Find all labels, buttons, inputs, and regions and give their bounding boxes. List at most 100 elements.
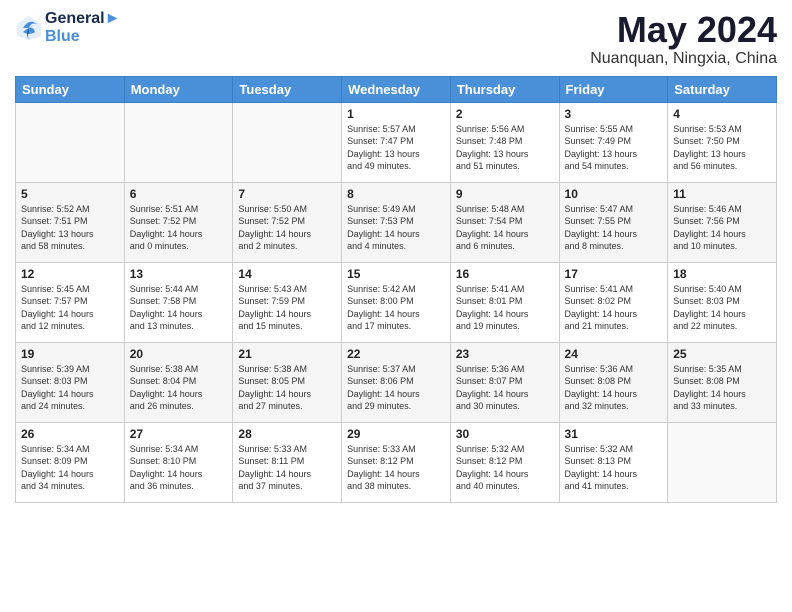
calendar-cell: 23 Sunrise: 5:36 AMSunset: 8:07 PMDayligh… — [450, 342, 559, 422]
calendar-cell: 10 Sunrise: 5:47 AMSunset: 7:55 PMDayligh… — [559, 182, 668, 262]
day-number: 23 — [456, 347, 554, 361]
calendar-cell: 13 Sunrise: 5:44 AMSunset: 7:58 PMDayligh… — [124, 262, 233, 342]
calendar-cell: 9 Sunrise: 5:48 AMSunset: 7:54 PMDaylight… — [450, 182, 559, 262]
day-number: 15 — [347, 267, 445, 281]
day-number: 2 — [456, 107, 554, 121]
day-number: 3 — [565, 107, 663, 121]
day-number: 8 — [347, 187, 445, 201]
day-number: 30 — [456, 427, 554, 441]
calendar-cell: 4 Sunrise: 5:53 AMSunset: 7:50 PMDaylight… — [668, 102, 777, 182]
calendar-cell: 5 Sunrise: 5:52 AMSunset: 7:51 PMDaylight… — [16, 182, 125, 262]
cell-info: Sunrise: 5:43 AMSunset: 7:59 PMDaylight:… — [238, 283, 336, 333]
cell-info: Sunrise: 5:50 AMSunset: 7:52 PMDaylight:… — [238, 203, 336, 253]
cell-info: Sunrise: 5:33 AMSunset: 8:11 PMDaylight:… — [238, 443, 336, 493]
day-number: 13 — [130, 267, 228, 281]
col-header-tuesday: Tuesday — [233, 76, 342, 102]
calendar-cell: 24Sunrise: 5:36 AMSunset: 8:08 PMDayligh… — [559, 342, 668, 422]
day-number: 4 — [673, 107, 771, 121]
page: General► Blue May 2024 Nuanquan, Ningxia… — [0, 0, 792, 612]
calendar-cell: 3Sunrise: 5:55 AMSunset: 7:49 PMDaylight… — [559, 102, 668, 182]
header: General► Blue May 2024 Nuanquan, Ningxia… — [15, 10, 777, 68]
cell-info: Sunrise: 5:44 AMSunset: 7:58 PMDaylight:… — [130, 283, 228, 333]
day-number: 9 — [456, 187, 554, 201]
day-number: 12 — [21, 267, 119, 281]
calendar-cell: 6 Sunrise: 5:51 AMSunset: 7:52 PMDaylight… — [124, 182, 233, 262]
calendar-cell: 27 Sunrise: 5:34 AMSunset: 8:10 PMDayligh… — [124, 422, 233, 502]
cell-info: Sunrise: 5:41 AMSunset: 8:02 PMDaylight:… — [565, 283, 663, 333]
day-number: 6 — [130, 187, 228, 201]
day-number: 16 — [456, 267, 554, 281]
cell-info: Sunrise: 5:45 AMSunset: 7:57 PMDaylight:… — [21, 283, 119, 333]
calendar-cell — [668, 422, 777, 502]
day-number: 31 — [565, 427, 663, 441]
cell-info: Sunrise: 5:53 AMSunset: 7:50 PMDaylight:… — [673, 123, 771, 173]
day-number: 18 — [673, 267, 771, 281]
calendar-cell: 17Sunrise: 5:41 AMSunset: 8:02 PMDayligh… — [559, 262, 668, 342]
cell-info: Sunrise: 5:34 AMSunset: 8:09 PMDaylight:… — [21, 443, 119, 493]
col-header-saturday: Saturday — [668, 76, 777, 102]
calendar-cell: 29 Sunrise: 5:33 AMSunset: 8:12 PMDayligh… — [342, 422, 451, 502]
day-number: 1 — [347, 107, 445, 121]
calendar-cell: 1Sunrise: 5:57 AMSunset: 7:47 PMDaylight… — [342, 102, 451, 182]
week-row-4: 19Sunrise: 5:39 AMSunset: 8:03 PMDayligh… — [16, 342, 777, 422]
day-number: 21 — [238, 347, 336, 361]
day-number: 27 — [130, 427, 228, 441]
calendar-cell: 21 Sunrise: 5:38 AMSunset: 8:05 PMDayligh… — [233, 342, 342, 422]
day-number: 26 — [21, 427, 119, 441]
cell-info: Sunrise: 5:39 AMSunset: 8:03 PMDaylight:… — [21, 363, 119, 413]
cell-info: Sunrise: 5:41 AMSunset: 8:01 PMDaylight:… — [456, 283, 554, 333]
calendar-cell: 7 Sunrise: 5:50 AMSunset: 7:52 PMDaylight… — [233, 182, 342, 262]
cell-info: Sunrise: 5:32 AMSunset: 8:12 PMDaylight:… — [456, 443, 554, 493]
col-header-sunday: Sunday — [16, 76, 125, 102]
cell-info: Sunrise: 5:46 AMSunset: 7:56 PMDaylight:… — [673, 203, 771, 253]
day-number: 10 — [565, 187, 663, 201]
week-row-3: 12 Sunrise: 5:45 AMSunset: 7:57 PMDayligh… — [16, 262, 777, 342]
calendar-cell: 2 Sunrise: 5:56 AMSunset: 7:48 PMDaylight… — [450, 102, 559, 182]
cell-info: Sunrise: 5:37 AMSunset: 8:06 PMDaylight:… — [347, 363, 445, 413]
col-header-thursday: Thursday — [450, 76, 559, 102]
calendar-cell: 15 Sunrise: 5:42 AMSunset: 8:00 PMDayligh… — [342, 262, 451, 342]
month-title: May 2024 — [590, 10, 777, 50]
day-number: 20 — [130, 347, 228, 361]
calendar-cell — [124, 102, 233, 182]
cell-info: Sunrise: 5:52 AMSunset: 7:51 PMDaylight:… — [21, 203, 119, 253]
day-number: 11 — [673, 187, 771, 201]
logo-text: General► Blue — [45, 10, 120, 46]
calendar-cell: 14Sunrise: 5:43 AMSunset: 7:59 PMDayligh… — [233, 262, 342, 342]
calendar: SundayMondayTuesdayWednesdayThursdayFrid… — [15, 76, 777, 503]
location: Nuanquan, Ningxia, China — [590, 50, 777, 68]
calendar-cell: 30 Sunrise: 5:32 AMSunset: 8:12 PMDayligh… — [450, 422, 559, 502]
cell-info: Sunrise: 5:42 AMSunset: 8:00 PMDaylight:… — [347, 283, 445, 333]
day-number: 5 — [21, 187, 119, 201]
col-header-friday: Friday — [559, 76, 668, 102]
calendar-cell: 25 Sunrise: 5:35 AMSunset: 8:08 PMDayligh… — [668, 342, 777, 422]
cell-info: Sunrise: 5:40 AMSunset: 8:03 PMDaylight:… — [673, 283, 771, 333]
day-number: 24 — [565, 347, 663, 361]
cell-info: Sunrise: 5:33 AMSunset: 8:12 PMDaylight:… — [347, 443, 445, 493]
col-header-wednesday: Wednesday — [342, 76, 451, 102]
cell-info: Sunrise: 5:56 AMSunset: 7:48 PMDaylight:… — [456, 123, 554, 173]
calendar-cell — [233, 102, 342, 182]
logo-icon — [15, 14, 43, 42]
cell-info: Sunrise: 5:34 AMSunset: 8:10 PMDaylight:… — [130, 443, 228, 493]
day-number: 7 — [238, 187, 336, 201]
calendar-cell: 8 Sunrise: 5:49 AMSunset: 7:53 PMDaylight… — [342, 182, 451, 262]
cell-info: Sunrise: 5:36 AMSunset: 8:07 PMDaylight:… — [456, 363, 554, 413]
calendar-cell: 22Sunrise: 5:37 AMSunset: 8:06 PMDayligh… — [342, 342, 451, 422]
cell-info: Sunrise: 5:38 AMSunset: 8:05 PMDaylight:… — [238, 363, 336, 413]
day-number: 25 — [673, 347, 771, 361]
cell-info: Sunrise: 5:49 AMSunset: 7:53 PMDaylight:… — [347, 203, 445, 253]
cell-info: Sunrise: 5:38 AMSunset: 8:04 PMDaylight:… — [130, 363, 228, 413]
calendar-cell: 20 Sunrise: 5:38 AMSunset: 8:04 PMDayligh… — [124, 342, 233, 422]
cell-info: Sunrise: 5:51 AMSunset: 7:52 PMDaylight:… — [130, 203, 228, 253]
calendar-cell: 16 Sunrise: 5:41 AMSunset: 8:01 PMDayligh… — [450, 262, 559, 342]
cell-info: Sunrise: 5:47 AMSunset: 7:55 PMDaylight:… — [565, 203, 663, 253]
cell-info: Sunrise: 5:48 AMSunset: 7:54 PMDaylight:… — [456, 203, 554, 253]
day-number: 28 — [238, 427, 336, 441]
cell-info: Sunrise: 5:35 AMSunset: 8:08 PMDaylight:… — [673, 363, 771, 413]
calendar-cell: 31Sunrise: 5:32 AMSunset: 8:13 PMDayligh… — [559, 422, 668, 502]
calendar-cell: 18 Sunrise: 5:40 AMSunset: 8:03 PMDayligh… — [668, 262, 777, 342]
day-number: 29 — [347, 427, 445, 441]
calendar-cell: 28 Sunrise: 5:33 AMSunset: 8:11 PMDayligh… — [233, 422, 342, 502]
calendar-cell: 12 Sunrise: 5:45 AMSunset: 7:57 PMDayligh… — [16, 262, 125, 342]
